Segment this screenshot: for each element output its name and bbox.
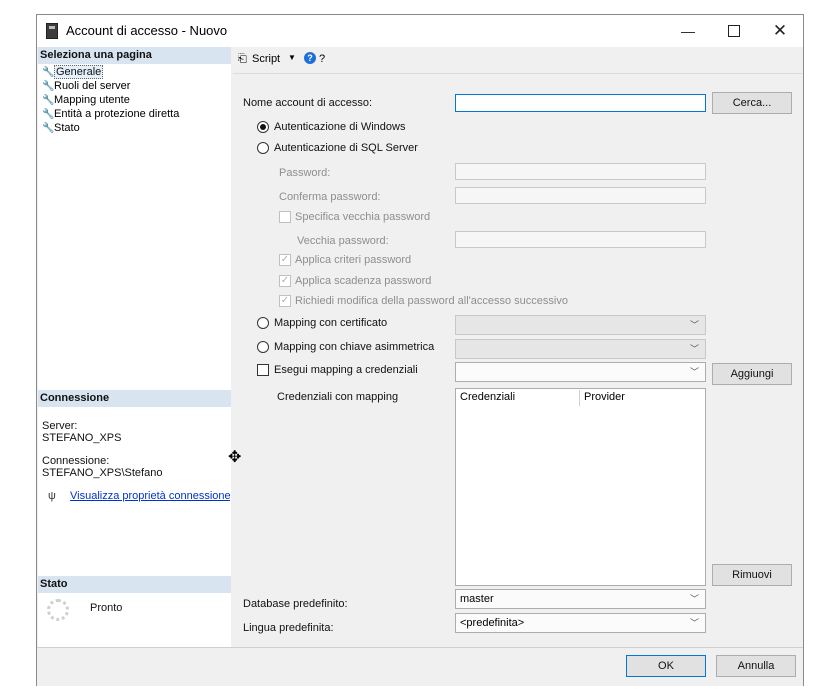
- select-page-header: Seleziona una pagina: [38, 47, 231, 64]
- asym-key-select[interactable]: ﹀: [455, 339, 706, 359]
- default-database-value: master: [460, 593, 494, 605]
- asym-key-mapping-label: Mapping con chiave asimmetrica: [274, 341, 435, 353]
- connection-value: STEFANO_XPS\Stefano: [42, 467, 163, 479]
- page-item-generale[interactable]: 🔧 Generale: [42, 65, 104, 79]
- credential-mapping-label: Esegui mapping a credenziali: [274, 364, 418, 376]
- wrench-icon: 🔧: [42, 67, 55, 78]
- server-value: STEFANO_XPS: [42, 432, 122, 444]
- chevron-down-icon: ﹀: [689, 344, 699, 354]
- window-title: Account di accesso - Nuovo: [66, 23, 228, 38]
- toolbar: ⎗ Script ▼ ? ?: [233, 47, 802, 74]
- move-cursor-icon: ✥: [228, 449, 242, 466]
- left-panel: Seleziona una pagina 🔧 Generale 🔧Ruoli de…: [38, 47, 231, 647]
- chevron-down-icon: ﹀: [689, 594, 699, 604]
- maximize-button[interactable]: [711, 15, 757, 47]
- status-header: Stato: [38, 576, 231, 593]
- mapped-credentials-grid[interactable]: Credenziali Provider: [455, 388, 706, 586]
- maximize-icon: [728, 25, 740, 38]
- grid-column-divider: [579, 390, 580, 406]
- credential-select[interactable]: ﹀: [455, 362, 706, 382]
- close-button[interactable]: ✕: [757, 15, 803, 47]
- default-language-value: <predefinita>: [460, 617, 525, 629]
- specify-old-password-checkbox[interactable]: [279, 211, 291, 223]
- status-value: Pronto: [90, 602, 123, 614]
- help-icon[interactable]: ?: [304, 52, 316, 64]
- page-item-stato[interactable]: 🔧Stato: [42, 121, 80, 135]
- sql-auth-radio[interactable]: [257, 142, 269, 154]
- ok-button[interactable]: OK: [626, 655, 706, 677]
- view-connection-properties-link[interactable]: Visualizza proprietà connessione: [70, 490, 230, 502]
- wrench-icon: 🔧: [42, 81, 55, 92]
- enforce-policy-checkbox[interactable]: ✓: [279, 254, 291, 266]
- must-change-checkbox[interactable]: ✓: [279, 295, 291, 307]
- old-password-input[interactable]: [455, 231, 706, 248]
- script-button[interactable]: Script: [252, 53, 280, 65]
- login-new-dialog: Account di accesso - Nuovo — ✕ Seleziona…: [36, 14, 804, 686]
- general-page: Nome account di accesso: Cerca... Autent…: [233, 74, 802, 647]
- confirm-password-label: Conferma password:: [279, 191, 381, 203]
- app-icon: [46, 23, 58, 39]
- progress-spinner-icon: [47, 599, 69, 621]
- enforce-expiration-label: Applica scadenza password: [295, 275, 432, 287]
- chevron-down-icon: ﹀: [689, 320, 699, 330]
- specify-old-password-label: Specifica vecchia password: [295, 211, 431, 223]
- cert-mapping-radio[interactable]: [257, 317, 269, 329]
- confirm-password-input[interactable]: [455, 187, 706, 204]
- credential-mapping-checkbox[interactable]: [257, 364, 269, 376]
- chevron-down-icon: ﹀: [689, 367, 699, 377]
- old-password-label: Vecchia password:: [297, 235, 389, 247]
- grid-header-credentials[interactable]: Credenziali: [460, 391, 515, 403]
- remove-button[interactable]: Rimuovi: [712, 564, 792, 586]
- mapped-credentials-label: Credenziali con mapping: [277, 391, 399, 403]
- grid-header-provider[interactable]: Provider: [584, 391, 625, 403]
- password-input[interactable]: [455, 163, 706, 180]
- chevron-down-icon: ﹀: [689, 618, 699, 628]
- login-name-label: Nome account di accesso:: [243, 97, 373, 109]
- default-database-label: Database predefinito:: [243, 598, 348, 610]
- sql-auth-label: Autenticazione di SQL Server: [274, 142, 418, 154]
- windows-auth-label: Autenticazione di Windows: [274, 121, 406, 133]
- wrench-icon: 🔧: [42, 95, 55, 106]
- script-dropdown-icon[interactable]: ▼: [288, 53, 296, 62]
- default-language-select[interactable]: <predefinita> ﹀: [455, 613, 706, 633]
- wrench-icon: 🔧: [42, 123, 55, 134]
- cert-mapping-label: Mapping con certificato: [274, 317, 388, 329]
- wrench-icon: 🔧: [42, 109, 55, 120]
- default-language-label: Lingua predefinita:: [243, 622, 334, 634]
- login-name-input[interactable]: [455, 94, 706, 112]
- connection-header: Connessione: [38, 390, 231, 407]
- must-change-label: Richiedi modifica della password all'acc…: [295, 295, 568, 307]
- enforce-policy-label: Applica criteri password: [295, 254, 412, 266]
- add-button[interactable]: Aggiungi: [712, 363, 792, 385]
- minimize-button[interactable]: —: [665, 15, 711, 47]
- page-item-mapping-utente[interactable]: 🔧Mapping utente: [42, 93, 130, 107]
- certificate-select[interactable]: ﹀: [455, 315, 706, 335]
- cancel-button[interactable]: Annulla: [716, 655, 796, 677]
- dialog-footer: OK Annulla: [37, 647, 803, 686]
- search-button[interactable]: Cerca...: [712, 92, 792, 114]
- title-bar: Account di accesso - Nuovo — ✕: [37, 15, 803, 47]
- page-item-entita-protezione[interactable]: 🔧Entità a protezione diretta: [42, 107, 179, 121]
- windows-auth-radio[interactable]: [257, 121, 269, 133]
- help-button[interactable]: ?: [319, 53, 325, 65]
- page-item-ruoli-server[interactable]: 🔧Ruoli del server: [42, 79, 130, 93]
- enforce-expiration-checkbox[interactable]: ✓: [279, 275, 291, 287]
- password-label: Password:: [279, 167, 331, 179]
- connection-properties-icon: ψ: [48, 490, 56, 502]
- asym-key-mapping-radio[interactable]: [257, 341, 269, 353]
- default-database-select[interactable]: master ﹀: [455, 589, 706, 609]
- script-icon: ⎗: [238, 53, 247, 65]
